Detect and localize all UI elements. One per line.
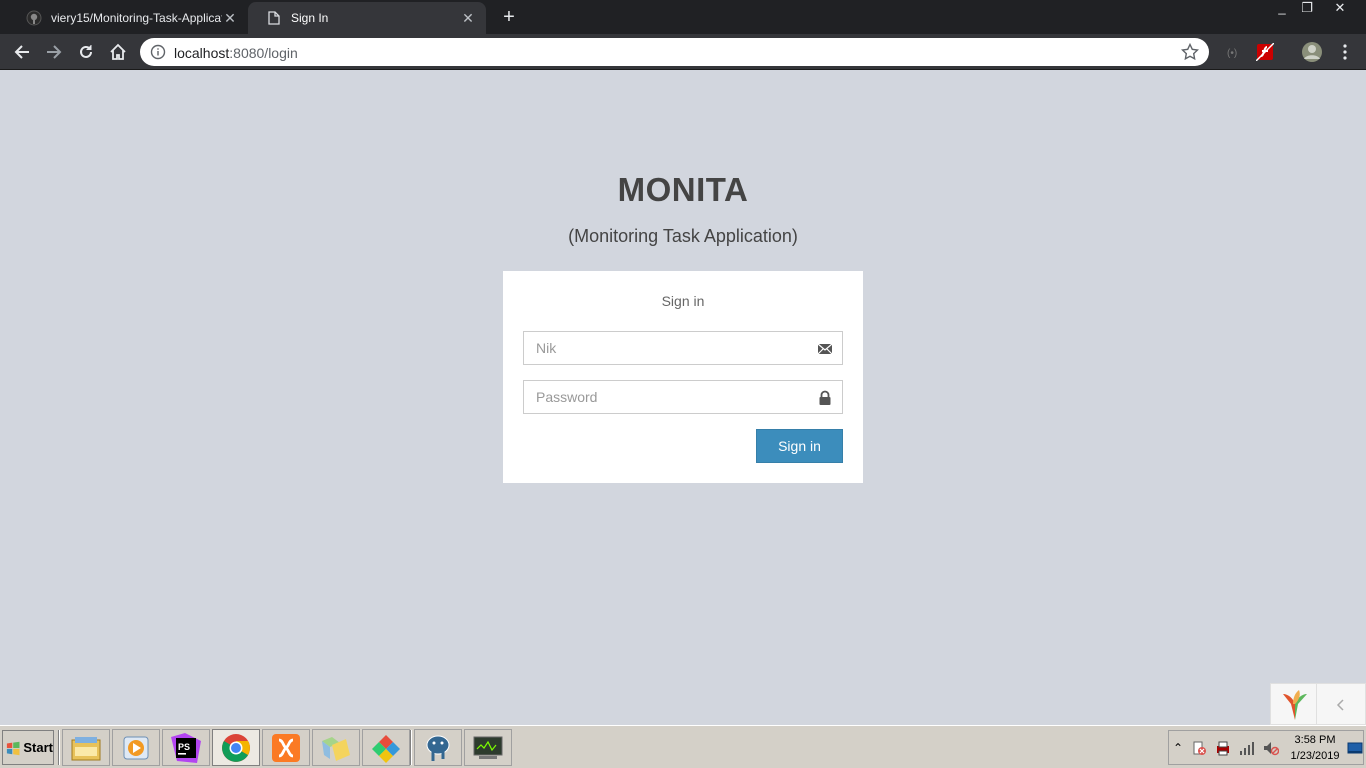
back-arrow-icon [14, 45, 29, 59]
app-subtitle: (Monitoring Task Application) [568, 226, 798, 246]
login-page: MONITA (Monitoring Task Application) Sig… [0, 71, 1366, 726]
network-signal-icon[interactable] [1239, 740, 1255, 756]
info-icon[interactable] [150, 44, 166, 60]
start-button[interactable]: Start [2, 730, 54, 765]
flash-icon[interactable] [1255, 42, 1275, 62]
media-player-icon[interactable] [112, 729, 160, 766]
postgresql-icon[interactable] [414, 729, 462, 766]
password-input[interactable] [524, 381, 842, 413]
printer-icon[interactable] [1215, 740, 1231, 756]
bookmark-star-icon[interactable] [1181, 43, 1199, 61]
taskbar: Start PS ⌃ 3:58 PM 1/23/2019 [0, 725, 1366, 768]
lock-icon [819, 390, 831, 405]
close-tab-icon[interactable]: ✕ [222, 10, 238, 27]
tab-title: viery15/Monitoring-Task-Application [51, 11, 222, 25]
app-logo[interactable]: MONITA [0, 171, 1366, 209]
reload-icon [80, 45, 92, 58]
cast-icon[interactable]: (•) [1224, 42, 1244, 62]
home-button[interactable] [106, 40, 130, 64]
tab-sign-in[interactable]: Sign In ✕ [248, 2, 486, 34]
profile-avatar[interactable] [1301, 41, 1323, 63]
action-center-icon[interactable] [1191, 740, 1207, 756]
github-icon [26, 10, 42, 26]
close-tab-icon[interactable]: ✕ [460, 10, 476, 27]
chrome-icon[interactable] [212, 729, 260, 766]
address-bar[interactable]: localhost:8080/login [140, 38, 1209, 66]
phpstorm-icon[interactable]: PS [162, 729, 210, 766]
folder-icon[interactable] [312, 729, 360, 766]
clock-time: 3:58 PM [1294, 734, 1336, 746]
file-explorer-icon[interactable] [62, 729, 110, 766]
browser-toolbar: localhost:8080/login (•) [0, 34, 1366, 70]
reload-button[interactable] [74, 40, 98, 64]
home-icon [110, 43, 126, 60]
forward-button[interactable] [42, 40, 66, 64]
close-window-button[interactable]: ✕ [1328, 0, 1352, 18]
url-text: localhost:8080/login [174, 45, 298, 61]
login-box-title: Sign in [661, 293, 705, 309]
svg-text:PS: PS [178, 742, 190, 752]
volume-muted-icon[interactable] [1263, 740, 1279, 756]
restore-button[interactable]: ❐ [1295, 0, 1319, 18]
clock-date: 1/23/2019 [1290, 750, 1340, 762]
tray-expand-icon[interactable]: ⌃ [1173, 740, 1189, 756]
terminal-icon[interactable] [464, 729, 512, 766]
tab-title: Sign In [291, 11, 329, 25]
debug-toolbar[interactable] [1270, 683, 1366, 726]
back-button[interactable] [10, 40, 34, 64]
document-icon [266, 10, 282, 26]
forward-arrow-icon [47, 45, 62, 59]
browser-tab-bar: viery15/Monitoring-Task-Application ✕ Si… [0, 0, 1366, 34]
svg-text:(•): (•) [1227, 48, 1237, 58]
windows-flag-icon [6, 741, 20, 755]
widget-divider [1316, 684, 1317, 726]
taskbar-separator [58, 730, 60, 765]
envelope-icon [817, 343, 833, 355]
start-label: Start [23, 740, 53, 755]
nik-field [523, 331, 843, 365]
show-desktop-icon[interactable] [1347, 740, 1363, 756]
minimize-button[interactable]: _ [1270, 0, 1294, 18]
chevron-left-icon[interactable] [1336, 699, 1346, 711]
login-box: Sign in Sign in [503, 271, 863, 483]
xampp-icon[interactable] [262, 729, 310, 766]
nik-input[interactable] [524, 332, 842, 364]
yii-logo-icon[interactable] [1281, 690, 1309, 720]
menu-kebab-icon[interactable] [1335, 42, 1355, 62]
taskbar-separator [410, 730, 412, 765]
sign-in-button[interactable]: Sign in [756, 429, 843, 463]
tab-github[interactable]: viery15/Monitoring-Task-Application ✕ [8, 2, 248, 34]
taskbar-clock[interactable]: 3:58 PM 1/23/2019 [1285, 732, 1345, 764]
app-icon[interactable] [362, 729, 410, 766]
password-field [523, 380, 843, 414]
new-tab-button[interactable]: + [497, 6, 521, 28]
